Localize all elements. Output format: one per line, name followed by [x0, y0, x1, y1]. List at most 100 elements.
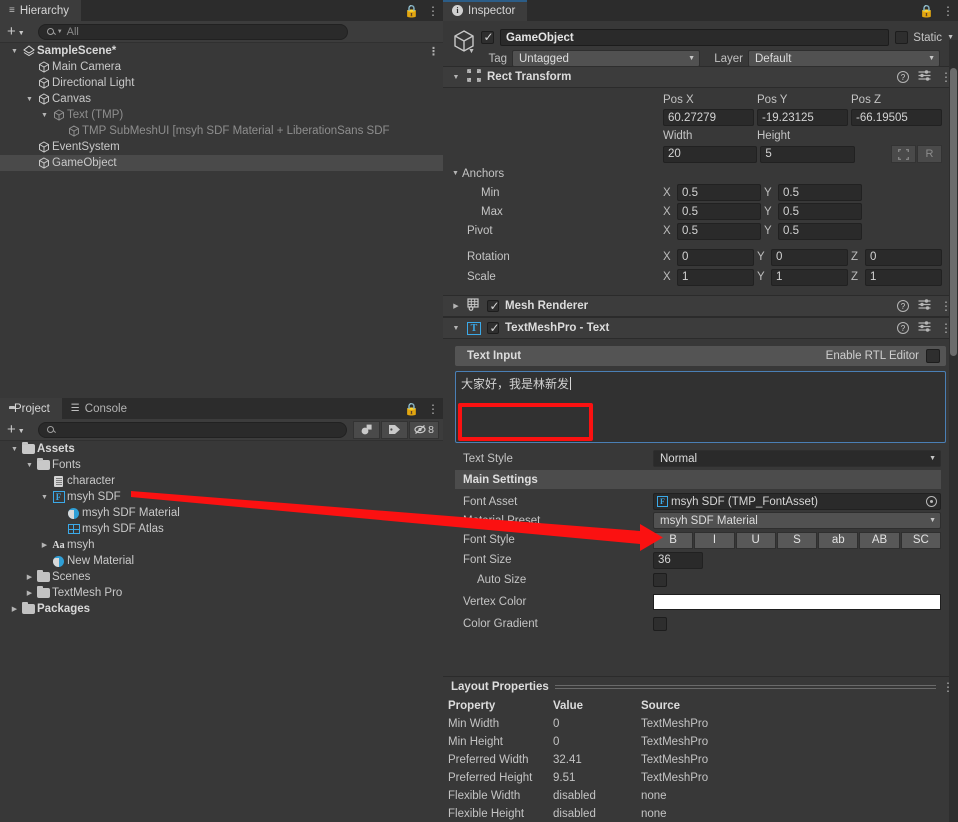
foldout-arrow-icon[interactable]: [8, 48, 21, 55]
help-icon[interactable]: ?: [897, 300, 909, 312]
font-asset-objectfield[interactable]: F msyh SDF (TMP_FontAsset): [653, 493, 941, 510]
rotation-y-input[interactable]: 0: [771, 248, 848, 266]
foldout-arrow-icon[interactable]: [23, 589, 36, 597]
pivot-y-input[interactable]: 0.5: [778, 222, 862, 240]
anchors-foldout[interactable]: Anchors: [443, 164, 958, 183]
foldout-arrow-icon[interactable]: [451, 302, 461, 310]
vertex-color-swatch[interactable]: [653, 594, 941, 610]
scale-x-input[interactable]: 1: [677, 268, 754, 286]
font-style-button-u[interactable]: U: [735, 531, 776, 549]
project-item-row[interactable]: Packages: [0, 601, 443, 617]
pivot-x-input[interactable]: 0.5: [677, 222, 761, 240]
anchor-max-x-input[interactable]: 0.5: [677, 203, 761, 220]
layout-properties-header[interactable]: Layout Properties ⋮: [443, 677, 958, 697]
help-icon[interactable]: ?: [897, 71, 909, 83]
project-item-row[interactable]: character: [0, 473, 443, 489]
hierarchy-item-row[interactable]: SampleScene* ⋮: [0, 43, 443, 59]
pos-z-input[interactable]: -66.19505: [851, 109, 942, 126]
mesh-renderer-enabled-checkbox[interactable]: [487, 299, 500, 315]
raw-edit-button[interactable]: R: [916, 145, 942, 163]
hierarchy-item-row[interactable]: Canvas: [0, 91, 443, 107]
tag-dropdown[interactable]: Untagged ▼: [512, 50, 700, 67]
font-style-button-ab[interactable]: ab: [818, 531, 859, 549]
preset-icon[interactable]: [918, 321, 931, 335]
project-item-row[interactable]: msyh SDF Material: [0, 505, 443, 521]
scale-y-input[interactable]: 1: [771, 268, 848, 286]
mesh-renderer-header[interactable]: Mesh Renderer ? ⋮: [443, 295, 958, 317]
project-item-row[interactable]: TextMesh Pro: [0, 585, 443, 601]
width-input[interactable]: 20: [663, 145, 758, 163]
lock-icon[interactable]: 🔒: [404, 403, 419, 415]
lock-icon[interactable]: 🔒: [919, 5, 934, 17]
anchor-max-y-input[interactable]: 0.5: [778, 203, 862, 220]
main-settings-bar[interactable]: Main Settings: [455, 470, 941, 489]
auto-size-checkbox[interactable]: [653, 573, 667, 587]
project-item-row[interactable]: msyh SDF Atlas: [0, 521, 443, 537]
pos-x-input[interactable]: 60.27279: [663, 109, 754, 126]
font-style-button-b[interactable]: B: [653, 531, 694, 549]
foldout-arrow-icon[interactable]: [451, 325, 461, 332]
hierarchy-search-input[interactable]: ▼ All: [37, 23, 348, 40]
tab-inspector[interactable]: i Inspector: [443, 0, 528, 21]
rtl-checkbox[interactable]: [926, 349, 940, 363]
text-style-dropdown[interactable]: Normal ▼: [653, 450, 941, 467]
project-item-row[interactable]: Fmsyh SDF: [0, 489, 443, 505]
foldout-arrow-icon[interactable]: [38, 494, 51, 501]
foldout-arrow-icon[interactable]: [38, 112, 51, 119]
rotation-x-input[interactable]: 0: [677, 248, 754, 266]
anchor-min-y-input[interactable]: 0.5: [778, 184, 862, 201]
height-input[interactable]: 5: [760, 145, 855, 163]
font-style-button-sc[interactable]: SC: [900, 531, 941, 549]
project-item-row[interactable]: Fonts: [0, 457, 443, 473]
project-item-row[interactable]: New Material: [0, 553, 443, 569]
create-object-button[interactable]: + ▼: [4, 23, 28, 40]
tab-console[interactable]: ☰ Console: [61, 398, 139, 419]
textmeshpro-header[interactable]: T TextMeshPro - Text ? ⋮: [443, 317, 958, 339]
pos-y-input[interactable]: -19.23125: [757, 109, 848, 126]
foldout-arrow-icon[interactable]: [23, 573, 36, 581]
blueprint-mode-button[interactable]: [890, 145, 916, 163]
textmeshpro-enabled-checkbox[interactable]: [487, 321, 500, 337]
object-enabled-checkbox[interactable]: [481, 30, 494, 46]
object-picker-icon[interactable]: [926, 496, 937, 507]
hierarchy-item-row[interactable]: Main Camera: [0, 59, 443, 75]
project-item-row[interactable]: Scenes: [0, 569, 443, 585]
layer-dropdown[interactable]: Default ▼: [748, 50, 940, 67]
tab-project[interactable]: Project: [0, 398, 62, 419]
foldout-arrow-icon[interactable]: [38, 541, 51, 549]
create-asset-button[interactable]: + ▼: [4, 421, 28, 438]
help-icon[interactable]: ?: [897, 322, 909, 334]
tab-hierarchy[interactable]: ≡ Hierarchy: [0, 0, 82, 21]
static-checkbox[interactable]: [895, 31, 909, 44]
row-menu-icon[interactable]: ⋮: [428, 45, 439, 58]
project-item-row[interactable]: Aamsyh: [0, 537, 443, 553]
filter-by-label-button[interactable]: [381, 420, 408, 439]
error-count-button[interactable]: 8: [409, 420, 439, 439]
font-style-button-i[interactable]: I: [694, 531, 735, 549]
hierarchy-item-row[interactable]: Directional Light: [0, 75, 443, 91]
font-style-button-s[interactable]: S: [776, 531, 818, 549]
hierarchy-item-row[interactable]: Text (TMP): [0, 107, 443, 123]
foldout-arrow-icon[interactable]: [8, 605, 21, 613]
lock-icon[interactable]: 🔒: [404, 5, 419, 17]
preset-icon[interactable]: [918, 299, 931, 313]
foldout-arrow-icon[interactable]: [8, 446, 21, 453]
color-gradient-checkbox[interactable]: [653, 617, 667, 631]
filter-by-type-button[interactable]: [353, 420, 380, 439]
foldout-arrow-icon[interactable]: [23, 96, 36, 103]
anchor-min-x-input[interactable]: 0.5: [677, 184, 761, 201]
hierarchy-item-row[interactable]: GameObject: [0, 155, 443, 171]
hierarchy-item-row[interactable]: EventSystem: [0, 139, 443, 155]
font-style-button-ab[interactable]: AB: [859, 531, 900, 549]
rect-transform-header[interactable]: Rect Transform ? ⋮: [443, 66, 958, 88]
font-size-input[interactable]: 36: [653, 551, 703, 569]
hierarchy-menu-icon[interactable]: ⋮: [427, 4, 439, 18]
rotation-z-input[interactable]: 0: [865, 248, 942, 266]
preset-icon[interactable]: [918, 70, 931, 84]
project-search-input[interactable]: [37, 421, 347, 438]
object-name-input[interactable]: GameObject: [500, 29, 890, 46]
inspector-scrollbar-thumb[interactable]: [950, 68, 957, 356]
project-menu-icon[interactable]: ⋮: [427, 402, 439, 416]
inspector-menu-icon[interactable]: ⋮: [942, 4, 954, 18]
foldout-arrow-icon[interactable]: [451, 74, 461, 81]
